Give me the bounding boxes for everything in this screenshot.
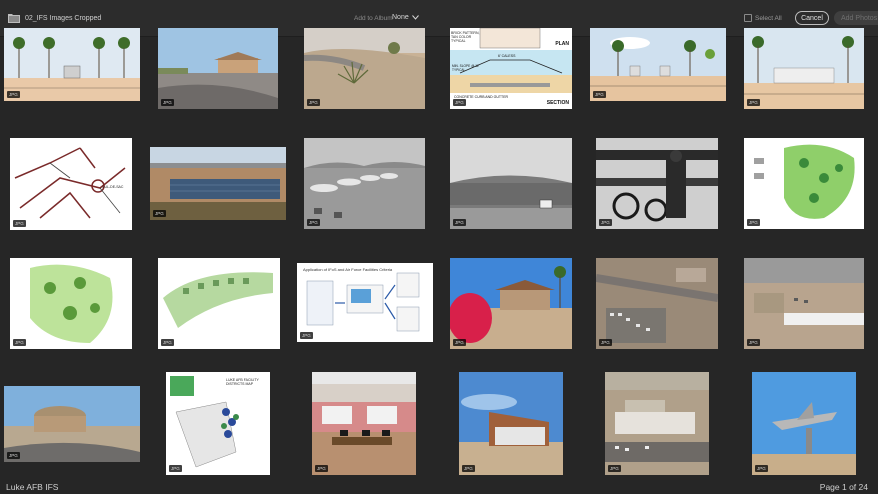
thumbnail-image[interactable]: JPG	[459, 372, 563, 475]
housing-site-plan-image	[158, 258, 280, 349]
slope-label: MIN. SLOPE @ 12 TYPICAL	[452, 64, 479, 72]
thumbnail-image[interactable]: JPG	[605, 372, 709, 475]
pavilion-bougainvillea-image	[450, 258, 572, 349]
jpg-badge: JPG	[747, 219, 760, 226]
thumbnail-image[interactable]: JPG	[312, 372, 416, 475]
jpg-badge: JPG	[453, 99, 466, 106]
gateway-elevation-image	[4, 28, 140, 101]
flowchart-title: Application of IFoS and Air Force Facili…	[303, 267, 393, 272]
campus-plan-green-image	[10, 258, 132, 349]
thumbnail-image[interactable]: BRICK PATTERN, TAN COLOR TYPICAL PLAN 6'…	[450, 28, 572, 109]
thumbnail-image[interactable]: JPG	[4, 28, 140, 101]
jpg-badge: JPG	[300, 332, 313, 339]
jpg-badge: JPG	[13, 220, 26, 227]
document-title: 02_IFS Images Cropped	[25, 15, 102, 22]
domed-building-image	[4, 386, 140, 462]
facility-districts-map-image	[166, 372, 270, 475]
jpg-badge: JPG	[315, 465, 328, 472]
thumbnail-image[interactable]: JPG	[590, 28, 726, 101]
jpg-badge: JPG	[13, 339, 26, 346]
base-aerial-image	[605, 372, 709, 475]
thumbnail-image[interactable]: JPG	[10, 258, 132, 349]
desert-landscaping-image	[304, 28, 425, 109]
cancel-button[interactable]: Cancel	[795, 11, 829, 25]
thumbnail-image[interactable]: JPG	[304, 28, 425, 109]
jpg-badge: JPG	[307, 99, 320, 106]
gate-road-image	[158, 28, 278, 109]
thumbnail-image[interactable]: JPG	[596, 258, 718, 349]
jpg-badge: JPG	[453, 219, 466, 226]
jpg-badge: JPG	[599, 219, 612, 226]
plan-label: PLAN	[555, 41, 569, 47]
thumbnail-image[interactable]: JPG	[304, 138, 425, 229]
thumbnail-image[interactable]: JPG	[150, 147, 286, 220]
road-network-map-image	[10, 138, 132, 230]
jpg-badge: JPG	[161, 99, 174, 106]
jpg-badge: JPG	[453, 339, 466, 346]
jet-monument-image	[752, 372, 856, 475]
shade-structure-aerial-image	[744, 258, 864, 349]
jpg-badge: JPG	[169, 465, 182, 472]
jpg-badge: JPG	[593, 91, 606, 98]
thumbnail-image[interactable]: LUKE AFB FACILITY DISTRICTS MAP JPG	[166, 372, 270, 475]
districts-map-title: LUKE AFB FACILITY DISTRICTS MAP	[226, 378, 259, 386]
section-label: SECTION	[546, 100, 569, 106]
thumbnail-image[interactable]: JPG	[4, 386, 140, 462]
site-plan-green-image	[744, 138, 864, 229]
album-dropdown[interactable]: None	[392, 14, 419, 21]
select-all-toggle[interactable]: Select All	[744, 14, 782, 22]
thumbnail-image[interactable]: JPG	[752, 372, 856, 475]
hangar-building-image	[450, 138, 572, 229]
curb-detail-label: BRICK PATTERN, TAN COLOR TYPICAL	[451, 31, 480, 43]
caliper-label: 6' CALESS	[498, 54, 516, 58]
album-dropdown-value: None	[392, 14, 409, 21]
modern-building-image	[459, 372, 563, 475]
jpg-badge: JPG	[7, 91, 20, 98]
thumbnail-image[interactable]: CUL-DE-SAC JPG	[10, 138, 132, 230]
flightline-jets-image	[304, 138, 425, 229]
album-name: Luke AFB IFS	[6, 482, 59, 492]
jpg-badge: JPG	[161, 339, 174, 346]
jpg-badge: JPG	[608, 465, 621, 472]
jpg-badge: JPG	[462, 465, 475, 472]
thumbnail-image[interactable]: JPG	[158, 28, 278, 109]
solar-field-aerial-image	[150, 147, 286, 220]
parking-aerial-image	[596, 258, 718, 349]
thumbnail-image[interactable]: Application of IFoS and Air Force Facili…	[297, 263, 433, 342]
thumbnail-image[interactable]: JPG	[450, 258, 572, 349]
thumbnail-image[interactable]: JPG	[596, 138, 718, 229]
gateway-elevation-2-image	[590, 28, 726, 101]
thumbnail-image[interactable]: JPG	[744, 28, 864, 109]
thumbnail-image[interactable]: JPG	[744, 138, 864, 229]
jpg-badge: JPG	[747, 99, 760, 106]
jpg-badge: JPG	[7, 452, 20, 459]
add-photos-button[interactable]: Add Photos	[834, 11, 878, 25]
jpg-badge: JPG	[599, 339, 612, 346]
ifs-flowchart-image	[297, 263, 433, 342]
cul-de-sac-label: CUL-DE-SAC	[102, 185, 124, 189]
jpg-badge: JPG	[307, 219, 320, 226]
select-all-label: Select All	[755, 14, 782, 22]
thumbnail-image[interactable]: JPG	[158, 258, 280, 349]
thumbnail-image[interactable]: JPG	[744, 258, 864, 349]
jpg-badge: JPG	[153, 210, 166, 217]
add-to-album-label: Add to Album	[354, 15, 393, 22]
gateway-elevation-3-image	[744, 28, 864, 109]
thumbnail-image[interactable]: JPG	[450, 138, 572, 229]
jpg-badge: JPG	[755, 465, 768, 472]
folder-icon	[8, 14, 20, 23]
biplane-pilot-image	[596, 138, 718, 229]
select-all-checkbox[interactable]	[744, 14, 752, 22]
jpg-badge: JPG	[747, 339, 760, 346]
office-interior-image	[312, 372, 416, 475]
chevron-down-icon	[411, 15, 419, 20]
page-indicator: Page 1 of 24	[819, 482, 868, 492]
